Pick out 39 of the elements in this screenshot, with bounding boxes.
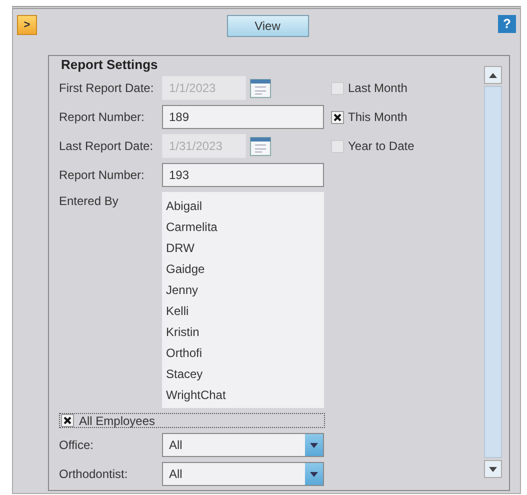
view-button[interactable]: View (226, 15, 308, 37)
calendar-icon[interactable] (250, 78, 271, 98)
list-item[interactable]: DRW (166, 238, 320, 259)
checkbox[interactable] (61, 414, 74, 427)
dropdown-arrow-icon (310, 472, 318, 476)
field-label: Last Report Date: (59, 138, 154, 155)
field-label: Office: (59, 437, 94, 454)
checkbox-label: This Month (348, 109, 408, 126)
down-arrow-icon (489, 466, 497, 472)
list-item[interactable]: Stacey (166, 364, 320, 385)
field-label: Orthodontist: (59, 466, 129, 483)
dropdown[interactable]: All (162, 462, 324, 486)
up-arrow-icon (489, 72, 497, 78)
input-field[interactable]: 193 (162, 163, 324, 187)
checkbox-label: Year to Date (348, 138, 414, 155)
checkbox-label: All Employees (79, 412, 156, 430)
field-label: Report Number: (59, 109, 146, 126)
list-item[interactable]: Abigail (166, 196, 320, 217)
help-button[interactable]: ? (498, 15, 516, 33)
dropdown-arrow-icon (310, 442, 318, 448)
field-label: First Report Date: (59, 80, 155, 97)
calendar-icon[interactable] (250, 136, 271, 156)
field-label: Entered By (59, 193, 120, 210)
scroll-up-button[interactable] (484, 66, 502, 84)
list-item[interactable]: Gaidge (166, 259, 320, 280)
list-item[interactable]: Kelli (166, 301, 320, 322)
dropdown[interactable]: All (162, 433, 324, 457)
list-item[interactable]: Jenny (166, 280, 320, 301)
checkbox-label: Last Month (348, 80, 408, 97)
list-item[interactable]: Kristin (166, 322, 320, 343)
list-box[interactable]: Abigail Carmelita DRW Gaidge Jenny Kelli Kristin Orthofi Stacey WrightChat (162, 192, 324, 408)
list-item[interactable]: WrightChat (166, 385, 320, 406)
input-field[interactable]: 189 (162, 105, 324, 129)
list-item[interactable]: Orthofi (166, 343, 320, 364)
expand-button[interactable]: > (17, 15, 37, 35)
scroll-down-button[interactable] (484, 460, 502, 478)
list-item[interactable]: Carmelita (166, 217, 320, 238)
checkbox[interactable] (331, 110, 344, 124)
field-label: Report Number: (59, 167, 146, 184)
